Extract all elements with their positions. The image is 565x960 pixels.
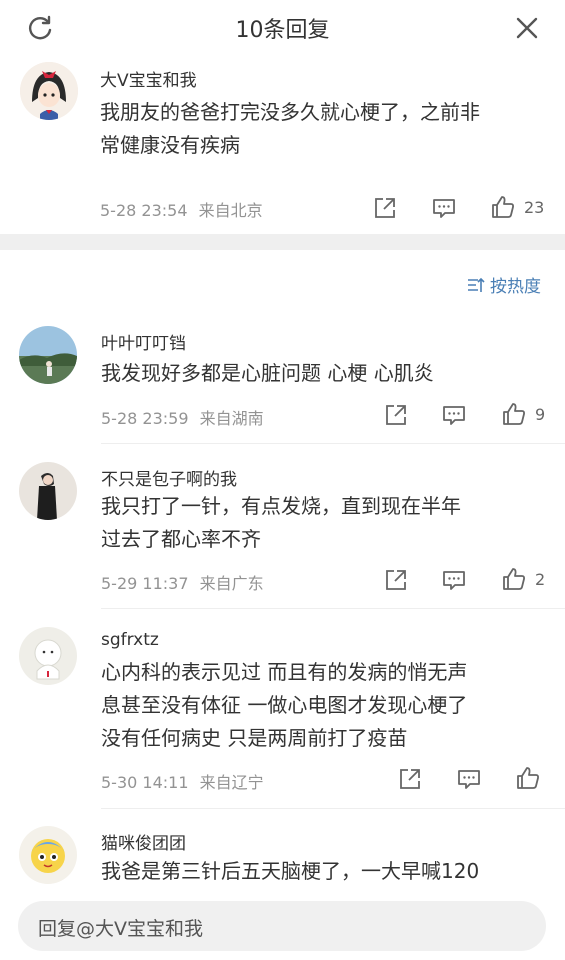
- comment-line: 没有任何病史 只是两周前打了疫苗: [101, 726, 408, 750]
- sort-icon: [468, 277, 485, 292]
- username[interactable]: 叶叶叮叮铛: [101, 329, 186, 354]
- comment-text: 我爸是第三针后五天脑梗了，一大早喊120: [101, 855, 551, 888]
- comment-line: 过去了都心率不齐: [101, 527, 261, 551]
- comment-text: 我朋友的爸爸打完没多久就心梗了，之前非 常健康没有疾病: [100, 96, 550, 162]
- share-icon[interactable]: [372, 195, 398, 221]
- comment-line: 我只打了一针，有点发烧，直到现在半年: [101, 494, 461, 518]
- comment-location: 来自辽宁: [199, 773, 264, 792]
- comment-meta: 5-28 23:59 来自湖南: [101, 405, 264, 429]
- row-divider: [101, 443, 565, 444]
- comment-icon[interactable]: [441, 567, 467, 593]
- page-title: 10条回复: [235, 18, 330, 43]
- close-icon[interactable]: [513, 14, 541, 42]
- row-divider: [101, 808, 565, 809]
- comment-date: 5-29 11:37: [101, 574, 189, 593]
- like-count: 2: [535, 570, 546, 589]
- like-count: 9: [535, 405, 546, 424]
- share-icon[interactable]: [383, 402, 409, 428]
- comment-meta: 5-29 11:37 来自广东: [101, 570, 264, 594]
- like-icon[interactable]: [501, 566, 527, 592]
- comment-date: 5-30 14:11: [101, 773, 189, 792]
- like-icon[interactable]: [501, 401, 527, 427]
- comment-meta: 5-30 14:11 来自辽宁: [101, 769, 264, 793]
- comment-line: 我朋友的爸爸打完没多久就心梗了，之前非: [100, 100, 480, 124]
- share-icon[interactable]: [397, 766, 423, 792]
- comment-line: 心内科的表示见过 而且有的发病的悄无声: [101, 660, 468, 684]
- comment-location: 来自广东: [199, 574, 264, 593]
- comment-line: 息甚至没有体征 一做心电图才发现心梗了: [101, 693, 468, 717]
- avatar[interactable]: [20, 62, 78, 120]
- like-icon[interactable]: [515, 765, 541, 791]
- comment-line: 我发现好多都是心脏问题 心梗 心肌炎: [101, 361, 434, 385]
- comment-date: 5-28 23:59: [101, 409, 189, 428]
- comment-location: 来自湖南: [199, 409, 264, 428]
- row-divider: [101, 608, 565, 609]
- comment-text: 我发现好多都是心脏问题 心梗 心肌炎: [101, 357, 551, 390]
- header: 10条回复: [0, 0, 565, 56]
- avatar[interactable]: [19, 326, 77, 384]
- comment-text: 我只打了一针，有点发烧，直到现在半年 过去了都心率不齐: [101, 490, 551, 556]
- avatar[interactable]: [19, 462, 77, 520]
- username[interactable]: sgfrxtz: [101, 630, 159, 650]
- section-divider: [0, 234, 565, 250]
- comment-date: 5-28 23:54: [100, 201, 188, 220]
- comment-location: 来自北京: [198, 201, 263, 220]
- comment-line: 常健康没有疾病: [100, 133, 240, 157]
- comment-meta: 5-28 23:54 来自北京: [100, 197, 263, 221]
- like-icon[interactable]: [490, 194, 516, 220]
- comment-icon[interactable]: [441, 402, 467, 428]
- comment-line: 我爸是第三针后五天脑梗了，一大早喊120: [101, 859, 480, 883]
- avatar[interactable]: [19, 627, 77, 685]
- username[interactable]: 猫咪俊团团: [101, 829, 186, 854]
- share-icon[interactable]: [383, 567, 409, 593]
- sort-label: 按热度: [490, 277, 541, 297]
- reply-bar: 回复@大V宝宝和我: [0, 893, 565, 960]
- comment-text: 心内科的表示见过 而且有的发病的悄无声 息甚至没有体征 一做心电图才发现心梗了 …: [101, 656, 551, 755]
- sort-button[interactable]: 按热度: [466, 272, 541, 297]
- avatar[interactable]: [19, 826, 77, 884]
- username[interactable]: 不只是包子啊的我: [101, 465, 237, 490]
- comment-icon[interactable]: [456, 766, 482, 792]
- username[interactable]: 大V宝宝和我: [100, 66, 197, 91]
- comment-icon[interactable]: [431, 195, 457, 221]
- root-comment: 大V宝宝和我 我朋友的爸爸打完没多久就心梗了，之前非 常健康没有疾病 5-28 …: [0, 56, 565, 234]
- like-count: 23: [524, 198, 545, 217]
- reply-placeholder: 回复@大V宝宝和我: [38, 918, 203, 940]
- reply-input[interactable]: 回复@大V宝宝和我: [18, 901, 546, 951]
